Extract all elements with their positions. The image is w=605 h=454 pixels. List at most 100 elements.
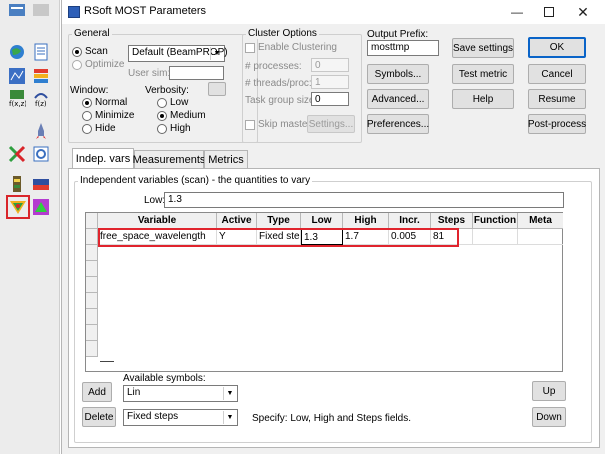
col-header-meta[interactable]: Meta xyxy=(518,213,563,229)
threads-field[interactable]: 1 xyxy=(311,75,349,89)
minimize-icon[interactable]: — xyxy=(502,3,532,21)
user-sim-label: User sim: xyxy=(128,68,171,79)
maximize-icon[interactable] xyxy=(534,3,564,21)
engine-select[interactable]: Default (BeamPROP) ▼ xyxy=(128,45,228,62)
verbosity-medium-radio[interactable] xyxy=(157,111,167,121)
cluster-settings-button[interactable]: Settings... xyxy=(307,115,355,133)
col-header-active[interactable]: Active xyxy=(217,213,257,229)
user-sim-field[interactable] xyxy=(169,66,224,80)
grid-plot-icon[interactable] xyxy=(8,67,26,85)
tab-measurements[interactable]: Measurements xyxy=(133,150,205,168)
window-normal-label: Normal xyxy=(95,97,128,108)
test-metric-button[interactable]: Test metric xyxy=(452,64,514,84)
step-mode-select[interactable]: Fixed steps ▼ xyxy=(123,409,238,426)
task-group-field[interactable]: 0 xyxy=(311,92,349,106)
col-header-steps[interactable]: Steps xyxy=(431,213,473,229)
layers-icon[interactable] xyxy=(32,67,50,85)
post-process-button[interactable]: Post-process xyxy=(528,114,586,134)
up-button[interactable]: Up xyxy=(532,381,566,401)
low-label: Low: xyxy=(144,195,166,206)
processes-label: # processes: xyxy=(245,61,302,72)
col-header-high[interactable]: High xyxy=(343,213,389,229)
tab-metrics[interactable]: Metrics xyxy=(204,150,248,168)
output-prefix-label: Output Prefix: xyxy=(367,29,429,40)
indep-vars-legend: Independent variables (scan) - the quant… xyxy=(78,175,313,186)
document-icon[interactable] xyxy=(32,43,50,61)
skip-master-checkbox[interactable] xyxy=(245,120,255,130)
left-toolbar: f(x,z) f(z) xyxy=(0,0,60,454)
row-header[interactable] xyxy=(86,325,98,341)
save-settings-button[interactable]: Save settings xyxy=(452,38,514,58)
verbosity-high-radio[interactable] xyxy=(157,124,167,134)
cell-function[interactable] xyxy=(473,229,518,245)
processes-field[interactable]: 0 xyxy=(311,58,349,72)
col-header-variable[interactable]: Variable xyxy=(98,213,217,229)
cell-meta[interactable] xyxy=(518,229,563,245)
preferences-button[interactable]: Preferences... xyxy=(367,114,429,134)
row-header[interactable] xyxy=(86,261,98,277)
help-button[interactable]: Help xyxy=(452,89,514,109)
down-button[interactable]: Down xyxy=(532,407,566,427)
step-mode-value: Fixed steps xyxy=(127,411,179,422)
cancel-button[interactable]: Cancel xyxy=(528,64,586,84)
tower-icon[interactable] xyxy=(8,175,26,193)
window-minimize-radio[interactable] xyxy=(82,111,92,121)
resume-button[interactable]: Resume xyxy=(528,89,586,109)
title-bar: RSoft MOST Parameters — ✕ xyxy=(62,0,605,24)
row-header[interactable] xyxy=(86,309,98,325)
symbols-button[interactable]: Symbols... xyxy=(367,64,429,84)
delete-button[interactable]: Delete xyxy=(82,407,116,427)
advanced-button[interactable]: Advanced... xyxy=(367,89,429,109)
function-fxyz-icon[interactable]: f(x,z) xyxy=(8,89,26,107)
chevron-down-icon: ▼ xyxy=(223,387,236,400)
optimize-label: Optimize xyxy=(85,59,125,70)
coupler-icon[interactable] xyxy=(8,145,26,163)
add-button[interactable]: Add xyxy=(82,382,112,402)
window-hide-radio[interactable] xyxy=(82,124,92,134)
app-icon xyxy=(68,6,80,18)
enable-clustering-label: Enable Clustering xyxy=(258,42,337,53)
globe-icon[interactable] xyxy=(8,43,26,61)
row-highlight xyxy=(98,228,459,247)
col-header-type[interactable]: Type xyxy=(257,213,301,229)
row-header[interactable] xyxy=(86,341,98,357)
row-header[interactable] xyxy=(86,229,98,245)
col-header-function[interactable]: Function xyxy=(473,213,518,229)
row-header[interactable] xyxy=(86,245,98,261)
rocket-icon[interactable] xyxy=(32,122,50,140)
available-symbols-label: Available symbols: xyxy=(123,373,206,384)
close-icon[interactable]: ✕ xyxy=(568,3,598,21)
function-fz-icon[interactable]: f(z) xyxy=(32,89,50,107)
optimize-radio[interactable] xyxy=(72,60,82,70)
enable-clustering-checkbox[interactable] xyxy=(245,43,255,53)
low-value-field[interactable]: 1.3 xyxy=(164,192,564,208)
template-icon[interactable] xyxy=(32,1,50,19)
most-parameters-dialog: RSoft MOST Parameters — ✕ General Scan O… xyxy=(61,0,605,454)
window-normal-radio[interactable] xyxy=(82,98,92,108)
col-header-incr[interactable]: Incr. xyxy=(389,213,431,229)
row-header[interactable] xyxy=(86,293,98,309)
window-title: RSoft MOST Parameters xyxy=(84,5,207,17)
verbosity-options-button[interactable] xyxy=(208,82,226,96)
verbosity-medium-label: Medium xyxy=(170,110,206,121)
scroll-indicator xyxy=(100,361,114,362)
svg-text:f(z): f(z) xyxy=(35,100,47,107)
available-symbols-select[interactable]: Lin ▼ xyxy=(123,385,238,402)
fiber-icon[interactable] xyxy=(32,145,50,163)
row-header[interactable] xyxy=(86,277,98,293)
ok-button[interactable]: OK xyxy=(528,37,586,58)
verbosity-low-radio[interactable] xyxy=(157,98,167,108)
output-prefix-field[interactable]: mosttmp xyxy=(367,40,439,56)
most-optimizer-icon[interactable] xyxy=(9,198,27,216)
layout-icon[interactable] xyxy=(8,1,26,19)
col-header-low[interactable]: Low xyxy=(301,213,343,229)
window-hide-label: Hide xyxy=(95,123,116,134)
tab-indep-vars[interactable]: Indep. vars xyxy=(72,148,134,169)
window-minimize-label: Minimize xyxy=(95,110,135,121)
task-group-label: Task group size: xyxy=(245,95,318,106)
cluster-legend: Cluster Options xyxy=(246,28,319,39)
scan-radio[interactable] xyxy=(72,47,82,57)
triangle-tool-icon[interactable] xyxy=(32,198,50,216)
display-icon[interactable] xyxy=(32,175,50,193)
threads-label: # threads/proc: xyxy=(245,78,312,89)
